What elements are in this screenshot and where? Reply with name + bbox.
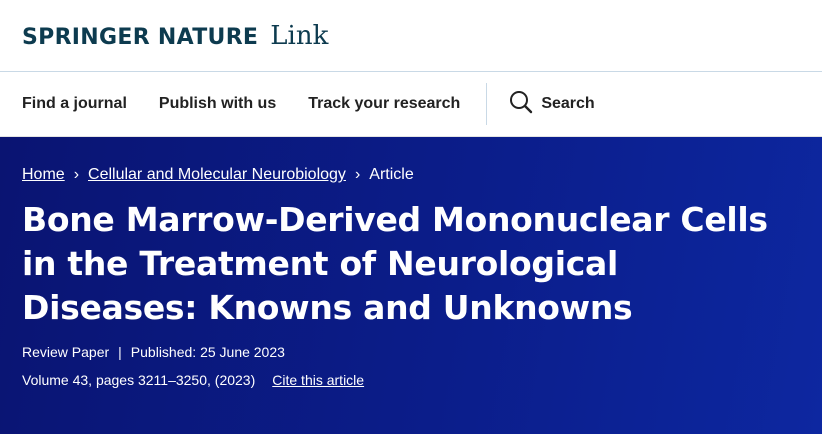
article-hero: Home › Cellular and Molecular Neurobiolo… <box>0 137 822 434</box>
logo-brand-text: SPRINGER NATURE <box>22 24 259 50</box>
nav-track-research[interactable]: Track your research <box>308 95 460 113</box>
breadcrumb-current: Article <box>369 166 414 183</box>
search-button[interactable]: Search <box>509 90 595 119</box>
nav-divider <box>486 83 488 125</box>
publish-date: Published: 25 June 2023 <box>130 344 285 360</box>
logo-link-text: Link <box>270 20 329 51</box>
main-nav: Find a journal Publish with us Track you… <box>0 72 822 137</box>
breadcrumb-home[interactable]: Home <box>22 166 65 184</box>
search-icon <box>509 90 533 119</box>
springer-nature-link-logo[interactable]: SPRINGER NATURE Link <box>22 21 328 51</box>
article-type: Review Paper <box>22 344 110 360</box>
breadcrumb: Home › Cellular and Molecular Neurobiolo… <box>22 166 800 184</box>
nav-publish-with-us[interactable]: Publish with us <box>159 95 276 113</box>
article-meta: Review Paper | Published: 25 June 2023 <box>22 344 800 360</box>
meta-divider: | <box>118 344 122 360</box>
site-header: SPRINGER NATURE Link <box>0 0 822 72</box>
nav-find-journal[interactable]: Find a journal <box>22 95 127 113</box>
article-citation-info: Volume 43, pages 3211–3250, (2023) Cite … <box>22 372 800 388</box>
chevron-right-icon: › <box>354 166 361 183</box>
search-label: Search <box>541 95 595 112</box>
breadcrumb-journal[interactable]: Cellular and Molecular Neurobiology <box>88 166 346 184</box>
cite-article-link[interactable]: Cite this article <box>272 372 364 388</box>
chevron-right-icon: › <box>73 166 80 183</box>
volume-pages: Volume 43, pages 3211–3250, (2023) <box>22 372 256 388</box>
article-title: Bone Marrow-Derived Mononuclear Cells in… <box>22 200 768 327</box>
